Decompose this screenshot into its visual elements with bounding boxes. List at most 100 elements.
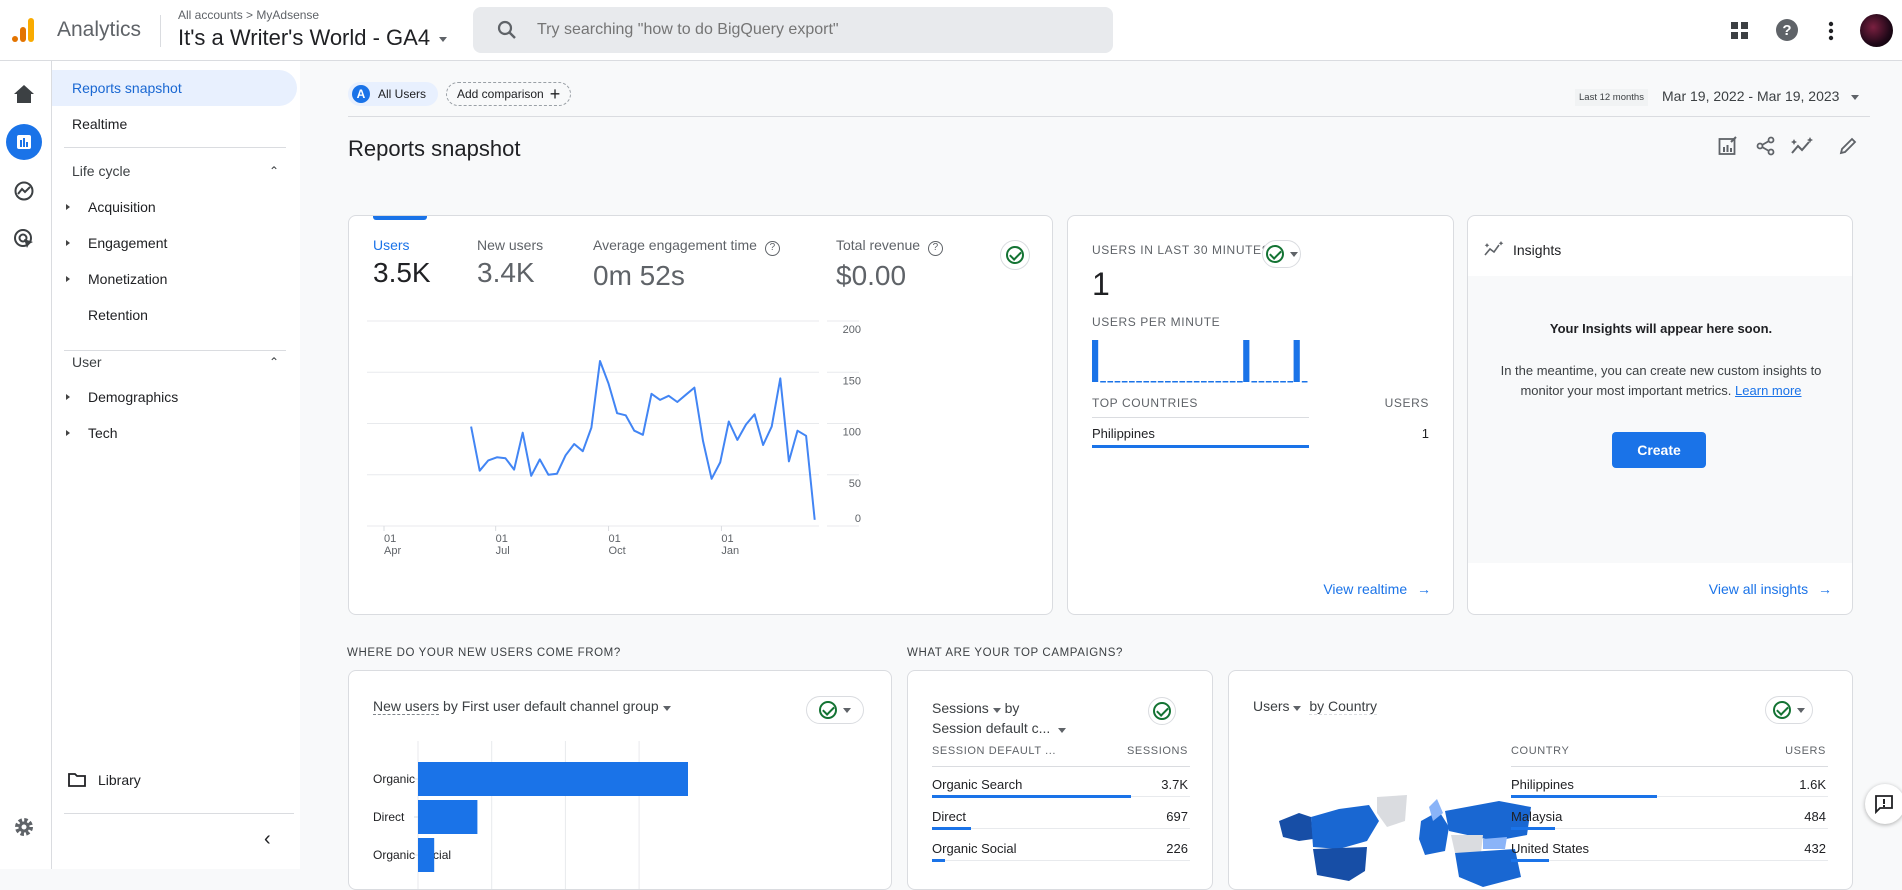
property-selector[interactable]: It's a Writer's World - GA4 xyxy=(178,25,447,51)
settings-icon[interactable] xyxy=(13,816,35,838)
collapse-sidebar-button[interactable]: ‹ xyxy=(264,828,271,851)
card-title: Users by Country xyxy=(1253,698,1377,714)
minute-bar-empty xyxy=(1100,381,1106,383)
check-circle-icon xyxy=(1006,246,1024,264)
feedback-button[interactable] xyxy=(1865,784,1902,824)
metric-tab-avg-engagement[interactable]: Average engagement time ? 0m 52s xyxy=(593,237,780,292)
segment-badge: A xyxy=(352,85,370,103)
more-vert-icon[interactable] xyxy=(1824,19,1838,43)
campaign-share-bar xyxy=(932,859,945,862)
help-circle-icon[interactable]: ? xyxy=(765,241,780,256)
view-realtime-link[interactable]: View realtime → xyxy=(1323,581,1431,597)
segment-chip[interactable]: A All Users xyxy=(348,82,438,106)
metric-tab-new-users[interactable]: New users 3.4K xyxy=(477,237,543,289)
channel-bar xyxy=(418,762,688,796)
y-tick-label: 100 xyxy=(843,427,861,439)
dimension-selector[interactable]: First user default channel group xyxy=(462,698,659,714)
realtime-quality-dropdown[interactable] xyxy=(1262,240,1301,268)
edit-pencil-icon[interactable] xyxy=(1838,136,1858,156)
sidebar-item-acquisition[interactable]: Acquisition xyxy=(52,189,297,225)
search-input[interactable] xyxy=(537,7,1097,53)
share-icon[interactable] xyxy=(1756,136,1776,156)
insights-headline: Your Insights will appear here soon. xyxy=(1468,321,1853,336)
campaign-share-bar xyxy=(932,827,971,830)
search-box[interactable] xyxy=(473,7,1113,53)
minute-bar-empty xyxy=(1230,381,1236,383)
link-label: View realtime xyxy=(1323,581,1407,597)
sidebar-item-engagement[interactable]: Engagement xyxy=(52,225,297,261)
insights-description: In the meantime, you can create new cust… xyxy=(1488,361,1834,401)
minute-bar-empty xyxy=(1151,381,1157,383)
campaign-label: Organic Social xyxy=(932,841,1017,856)
data-quality-dropdown[interactable] xyxy=(1765,696,1813,724)
minute-bar-empty xyxy=(1122,381,1128,383)
avatar[interactable] xyxy=(1860,14,1893,47)
minute-bar-empty xyxy=(1280,381,1286,383)
minute-bar-empty xyxy=(1302,381,1308,383)
map-canada xyxy=(1311,805,1379,849)
customize-report-icon[interactable] xyxy=(1718,136,1738,156)
sidebar-item-tech[interactable]: Tech xyxy=(52,415,297,451)
data-quality-button[interactable] xyxy=(1000,240,1030,270)
minute-bar-empty xyxy=(1266,381,1272,383)
date-range-picker[interactable]: Mar 19, 2022 - Mar 19, 2023 xyxy=(1662,88,1859,104)
data-quality-button[interactable] xyxy=(1148,697,1176,725)
dimension-selector[interactable]: Session default c... xyxy=(932,720,1050,736)
sidebar-item-demographics[interactable]: Demographics xyxy=(52,379,297,415)
x-tick-month: Jul xyxy=(496,545,510,557)
data-quality-dropdown[interactable] xyxy=(806,696,864,724)
help-icon[interactable]: ? xyxy=(1776,19,1798,41)
add-comparison-button[interactable]: Add comparison + xyxy=(446,82,571,106)
metric-selector[interactable]: New users xyxy=(373,698,439,715)
country-share-bar xyxy=(1511,859,1549,862)
breadcrumb[interactable]: All accounts > MyAdsense xyxy=(178,8,319,22)
campaign-value: 697 xyxy=(1166,809,1188,824)
learn-more-link[interactable]: Learn more xyxy=(1735,383,1801,398)
sidebar-item-library[interactable]: Library xyxy=(52,762,297,798)
link-label: View all insights xyxy=(1709,581,1808,597)
section-label: Life cycle xyxy=(72,163,130,179)
metric-tab-users[interactable]: Users 3.5K xyxy=(373,237,431,289)
apps-grid-icon[interactable] xyxy=(1729,20,1751,42)
users-per-minute-chart xyxy=(1092,340,1308,384)
users-header: USERS xyxy=(1385,396,1429,410)
x-tick-month: Oct xyxy=(609,545,626,557)
section-heading-new-users: WHERE DO YOUR NEW USERS COME FROM? xyxy=(347,647,621,659)
reports-icon[interactable] xyxy=(6,124,42,160)
users-by-country-card: Users by Country COUNTRY USERS Philippin… xyxy=(1228,670,1853,890)
realtime-title: USERS IN LAST 30 MINUTES xyxy=(1092,243,1270,257)
arrow-right-icon: → xyxy=(1818,581,1832,597)
advertising-icon[interactable] xyxy=(13,228,35,250)
home-icon[interactable] xyxy=(13,84,35,104)
minute-bar-empty xyxy=(1215,381,1221,383)
metric-selector[interactable]: Sessions xyxy=(932,700,989,716)
sidebar-item-realtime[interactable]: Realtime xyxy=(52,106,297,142)
help-circle-icon[interactable]: ? xyxy=(928,241,943,256)
sidebar-section-lifecycle[interactable]: Life cycle ⌃ xyxy=(52,153,297,189)
sidebar-section-user[interactable]: User ⌃ xyxy=(52,344,297,380)
x-tick-day: 01 xyxy=(496,533,508,545)
expand-arrow-icon xyxy=(66,394,70,400)
sidebar-item-reports-snapshot[interactable]: Reports snapshot xyxy=(52,70,297,106)
explore-icon[interactable] xyxy=(13,180,35,202)
country-value: 1.6K xyxy=(1799,777,1826,792)
chevron-right-icon: > xyxy=(246,8,256,22)
create-insight-button[interactable]: Create xyxy=(1612,432,1706,468)
card-title[interactable]: New users by First user default channel … xyxy=(373,698,671,714)
analytics-logo-icon[interactable] xyxy=(12,18,34,44)
x-tick-month: Jan xyxy=(721,545,739,557)
expand-arrow-icon xyxy=(66,276,70,282)
sidebar-item-monetization[interactable]: Monetization xyxy=(52,261,297,297)
country-share-bar xyxy=(1511,827,1555,830)
metric-tab-total-revenue[interactable]: Total revenue ? $0.00 xyxy=(836,237,943,292)
metric-selector[interactable]: Users xyxy=(1253,698,1290,714)
breadcrumb-accounts[interactable]: All accounts xyxy=(178,8,243,22)
x-tick-day: 01 xyxy=(384,533,396,545)
view-all-insights-link[interactable]: View all insights → xyxy=(1709,581,1832,597)
insights-icon[interactable] xyxy=(1790,136,1814,156)
breadcrumb-account[interactable]: MyAdsense xyxy=(256,8,319,22)
chevron-up-icon: ⌃ xyxy=(269,344,279,380)
map-alaska xyxy=(1279,813,1313,841)
metric-value: $0.00 xyxy=(836,260,943,292)
sidebar-item-retention[interactable]: Retention xyxy=(52,297,297,333)
